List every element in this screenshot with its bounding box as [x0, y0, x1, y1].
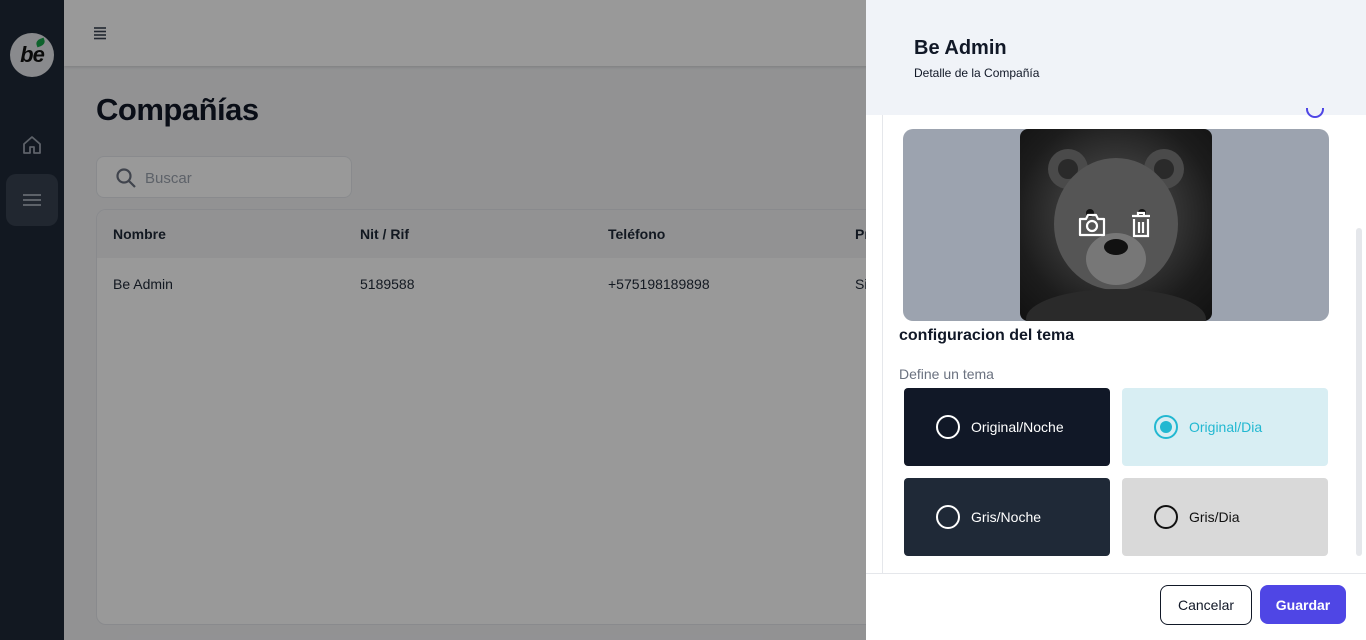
theme-section-title: configuracion del tema: [899, 327, 1075, 344]
company-image-frame: [903, 129, 1329, 321]
theme-option-original-dia[interactable]: Original/Dia: [1122, 388, 1328, 466]
radio-icon[interactable]: [1154, 505, 1178, 529]
theme-option-label: Original/Dia: [1189, 419, 1263, 435]
trash-icon: [1132, 211, 1150, 238]
theme-option-gris-dia[interactable]: Gris/Dia: [1122, 478, 1328, 556]
collapsed-indicator-icon: [1306, 108, 1324, 118]
theme-option-gris-noche[interactable]: Gris/Noche: [904, 478, 1110, 556]
scrollbar[interactable]: [1356, 228, 1362, 556]
theme-option-original-noche[interactable]: Original/Noche: [904, 388, 1110, 466]
theme-field-label: Define un tema: [899, 366, 994, 382]
camera-icon: [1078, 213, 1106, 237]
change-image-button[interactable]: [1077, 211, 1107, 239]
delete-image-button[interactable]: [1130, 211, 1152, 239]
save-button[interactable]: Guardar: [1260, 585, 1346, 624]
theme-option-label: Gris/Dia: [1189, 509, 1240, 525]
drawer-footer: Cancelar Guardar: [866, 573, 1366, 640]
cancel-button[interactable]: Cancelar: [1160, 585, 1252, 625]
drawer-subtitle: Detalle de la Compañía: [914, 66, 1040, 80]
modal-overlay[interactable]: [0, 0, 866, 640]
radio-icon[interactable]: [936, 415, 960, 439]
content-divider: [882, 115, 883, 573]
theme-option-label: Gris/Noche: [971, 509, 1042, 525]
drawer-header: Be Admin Detalle de la Compañía: [866, 0, 1366, 115]
radio-selected-icon[interactable]: [1154, 415, 1178, 439]
company-image: [1020, 129, 1212, 321]
bear-image: [1026, 149, 1206, 321]
company-detail-drawer: Be Admin Detalle de la Compañía configur…: [866, 0, 1366, 640]
radio-icon[interactable]: [936, 505, 960, 529]
drawer-title: Be Admin: [914, 37, 1007, 59]
theme-option-label: Original/Noche: [971, 419, 1064, 435]
